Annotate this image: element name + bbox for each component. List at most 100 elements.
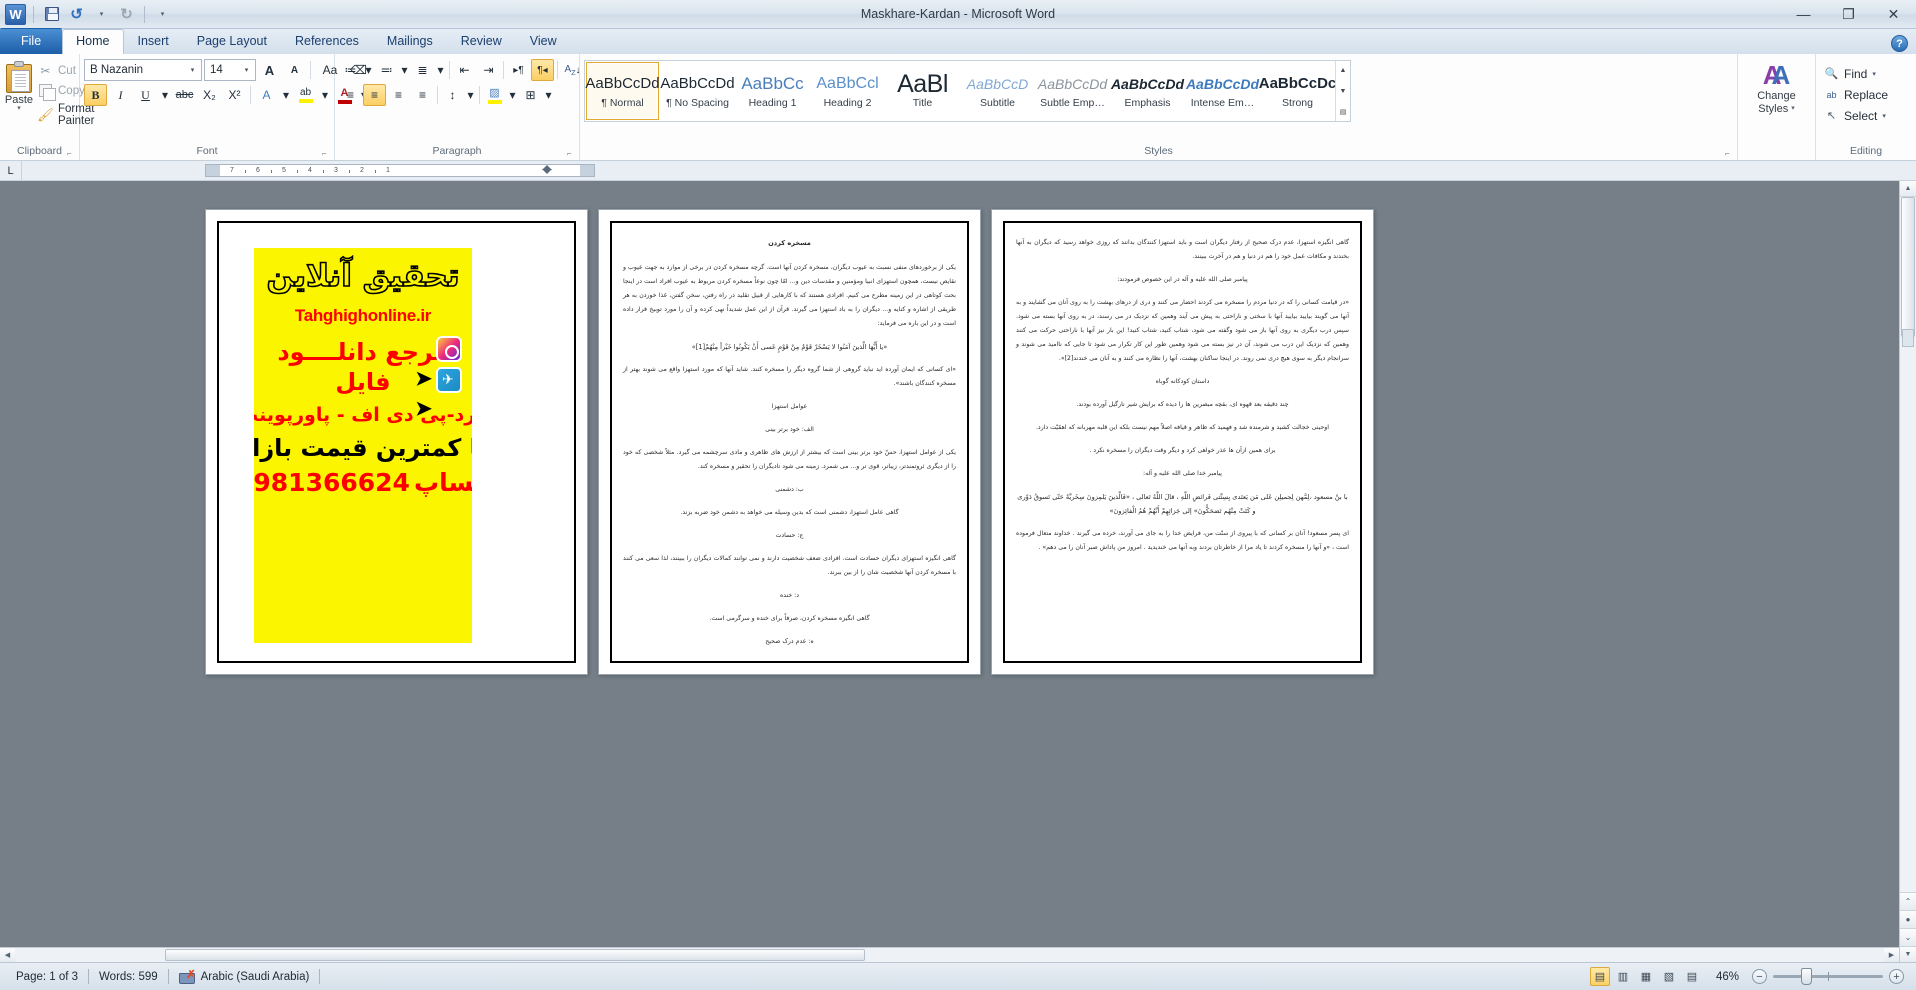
web-layout-view-button[interactable]: ▦ — [1636, 967, 1656, 986]
find-button[interactable]: 🔍 Find ▾ — [1820, 63, 1880, 84]
chevron-down-icon[interactable]: ▾ — [186, 66, 199, 74]
vertical-scrollbar[interactable]: ▲ ⌃ ● ⌄ ▼ — [1899, 181, 1916, 962]
bullets-dropdown-icon[interactable]: ▾ — [363, 59, 374, 81]
zoom-track[interactable] — [1773, 968, 1883, 985]
previous-page-icon[interactable]: ⌃ — [1900, 892, 1916, 910]
style-heading-1[interactable]: AaBbCc Heading 1 — [736, 62, 809, 120]
style-no-spacing[interactable]: AaBbCcDd ¶ No Spacing — [660, 62, 734, 120]
text-effects-icon[interactable]: A — [255, 84, 278, 106]
tab-mailings[interactable]: Mailings — [373, 29, 447, 54]
paragraph-dialog-launcher[interactable]: ⌐ — [567, 149, 576, 158]
print-layout-view-button[interactable]: ▤ — [1590, 967, 1610, 986]
styles-scroll-down-icon[interactable]: ▼ — [1336, 82, 1350, 101]
paste-dropdown-icon[interactable]: ▾ — [17, 105, 21, 112]
page-2-text[interactable]: مسخره کردن یکی از برخوردهای منفی نسبت به… — [599, 210, 980, 674]
tab-insert[interactable]: Insert — [124, 29, 183, 54]
word-logo-icon[interactable]: W — [5, 3, 26, 25]
font-dialog-launcher[interactable]: ⌐ — [322, 149, 331, 158]
outline-view-button[interactable]: ▧ — [1659, 967, 1679, 986]
page-indicator[interactable]: Page: 1 of 3 — [6, 967, 88, 987]
underline-button[interactable]: U — [134, 84, 157, 106]
numbering-dropdown-icon[interactable]: ▾ — [399, 59, 410, 81]
redo-icon[interactable]: ↻ — [116, 4, 137, 25]
undo-dropdown-icon[interactable]: ▾ — [91, 4, 112, 25]
vertical-scroll-track[interactable] — [1900, 197, 1916, 892]
numbering-icon[interactable]: ≕ — [375, 59, 398, 81]
right-to-left-text-icon[interactable]: ¶◂ — [531, 59, 554, 81]
bullets-icon[interactable]: ≔ — [339, 59, 362, 81]
styles-scroll-up-icon[interactable]: ▲ — [1336, 61, 1350, 80]
increase-indent-icon[interactable]: ⇥ — [477, 59, 500, 81]
customize-quick-access-icon[interactable]: ▾ — [152, 4, 173, 25]
vertical-scroll-thumb[interactable] — [1901, 197, 1915, 337]
language-indicator[interactable]: Arabic (Saudi Arabia) — [169, 967, 320, 987]
zoom-in-button[interactable]: + — [1889, 969, 1904, 984]
word-count[interactable]: Words: 599 — [89, 967, 168, 987]
tab-file[interactable]: File — [0, 28, 63, 54]
full-screen-reading-view-button[interactable]: ▥ — [1613, 967, 1633, 986]
document-page-1[interactable]: تحقیق آنلاین Tahghighonline.ir مرجع دانل… — [205, 209, 588, 675]
multilevel-dropdown-icon[interactable]: ▾ — [435, 59, 446, 81]
find-dropdown-icon[interactable]: ▾ — [1872, 70, 1876, 78]
style-intense-emphasis[interactable]: AaBbCcDd Intense Em… — [1186, 62, 1259, 120]
styles-dialog-launcher[interactable]: ⌐ — [1725, 149, 1734, 158]
zoom-slider[interactable]: − + — [1752, 968, 1904, 985]
style-normal[interactable]: AaBbCcDd ¶ Normal — [585, 62, 660, 120]
zoom-out-button[interactable]: − — [1752, 969, 1767, 984]
tab-page-layout[interactable]: Page Layout — [183, 29, 281, 54]
superscript-button[interactable]: X² — [223, 84, 246, 106]
text-highlight-color-button[interactable]: ab — [294, 84, 317, 106]
italic-button[interactable]: I — [109, 84, 132, 106]
grow-font-icon[interactable]: A — [258, 59, 281, 81]
style-heading-2[interactable]: AaBbCcl Heading 2 — [811, 62, 884, 120]
chevron-down-icon[interactable]: ▾ — [240, 66, 253, 74]
replace-button[interactable]: ab Replace — [1820, 84, 1892, 105]
bold-button[interactable]: B — [84, 84, 107, 106]
shading-button[interactable]: ▨ — [483, 84, 506, 106]
align-left-icon[interactable]: ≡ — [339, 84, 362, 106]
clipboard-dialog-launcher[interactable]: ⌐ — [67, 149, 76, 158]
decrease-indent-icon[interactable]: ⇤ — [453, 59, 476, 81]
close-button[interactable]: ✕ — [1871, 0, 1916, 28]
document-page-3[interactable]: گاهی انگیزه استهزا، عدم درک صحیح از رفتا… — [991, 209, 1374, 675]
tab-view[interactable]: View — [516, 29, 571, 54]
align-right-icon[interactable]: ≡ — [387, 84, 410, 106]
styles-more-icon[interactable]: ▤ — [1336, 102, 1350, 121]
page-3-text[interactable]: گاهی انگیزه استهزا، عدم درک صحیح از رفتا… — [992, 210, 1373, 674]
font-size-combobox[interactable]: 14 ▾ — [204, 59, 256, 81]
tab-home[interactable]: Home — [62, 29, 124, 54]
document-page-2[interactable]: مسخره کردن یکی از برخوردهای منفی نسبت به… — [598, 209, 981, 675]
highlight-dropdown-icon[interactable]: ▾ — [319, 84, 331, 106]
justify-icon[interactable]: ≡ — [411, 84, 434, 106]
horizontal-scroll-track[interactable] — [15, 948, 1884, 962]
paste-button[interactable]: Paste ▾ — [4, 59, 34, 112]
style-subtitle[interactable]: AaBbCcD Subtitle — [961, 62, 1034, 120]
left-to-right-text-icon[interactable]: ▸¶ — [507, 59, 530, 81]
zoom-level[interactable]: 46% — [1705, 971, 1739, 983]
tab-review[interactable]: Review — [447, 29, 516, 54]
multilevel-list-icon[interactable]: ≣ — [411, 59, 434, 81]
select-browse-object-icon[interactable]: ● — [1900, 910, 1916, 928]
font-name-combobox[interactable]: B Nazanin ▾ — [84, 59, 202, 81]
scroll-down-icon[interactable]: ▼ — [1900, 946, 1916, 962]
horizontal-scrollbar[interactable]: ◀ ▶ — [0, 947, 1899, 962]
subscript-button[interactable]: X₂ — [198, 84, 221, 106]
save-icon[interactable] — [41, 4, 62, 25]
scroll-up-icon[interactable]: ▲ — [1900, 181, 1916, 197]
strikethrough-button[interactable]: abc — [173, 84, 196, 106]
draft-view-button[interactable]: ▤ — [1682, 967, 1702, 986]
zoom-thumb[interactable] — [1801, 968, 1812, 985]
align-center-icon[interactable]: ≡ — [363, 84, 386, 106]
style-title[interactable]: AaBl Title — [886, 62, 959, 120]
change-styles-dropdown-icon[interactable]: ▾ — [1791, 105, 1795, 112]
horizontal-scroll-thumb[interactable] — [165, 949, 865, 961]
restore-button[interactable]: ❐ — [1826, 0, 1871, 28]
underline-dropdown-icon[interactable]: ▾ — [159, 84, 171, 106]
style-subtle-emphasis[interactable]: AaBbCcDd Subtle Emp… — [1036, 62, 1109, 120]
select-button[interactable]: ↖ Select ▾ — [1820, 105, 1890, 126]
shading-dropdown-icon[interactable]: ▾ — [507, 84, 518, 106]
next-page-icon[interactable]: ⌄ — [1900, 928, 1916, 946]
help-icon[interactable]: ? — [1891, 35, 1908, 52]
tab-references[interactable]: References — [281, 29, 373, 54]
minimize-button[interactable]: — — [1781, 0, 1826, 28]
